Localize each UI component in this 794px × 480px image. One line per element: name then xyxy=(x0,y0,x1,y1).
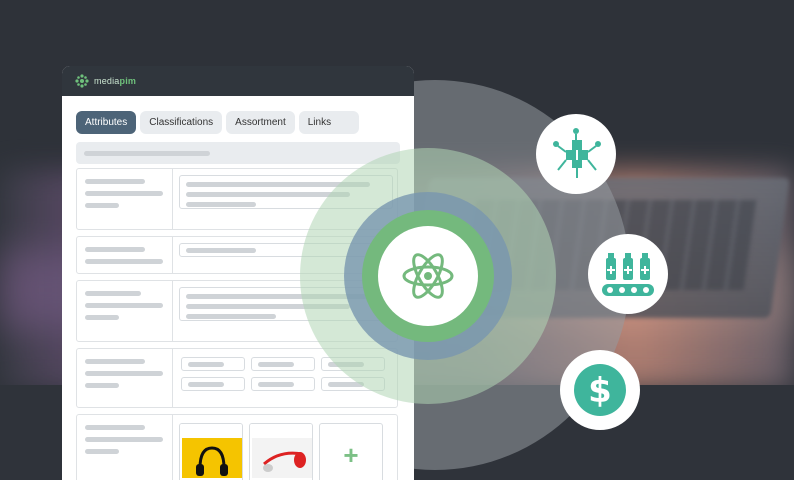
feature-network-badge xyxy=(536,114,616,194)
center-badge xyxy=(378,226,478,326)
media-row: + xyxy=(76,414,398,480)
placeholder-text xyxy=(84,150,210,156)
option-field[interactable] xyxy=(251,357,315,371)
production-line-icon xyxy=(602,253,654,296)
option-field[interactable] xyxy=(181,377,245,391)
dollar-icon: $ xyxy=(574,364,626,416)
logo-prefix: media xyxy=(94,76,120,86)
yellow-headphones-image xyxy=(180,424,242,480)
option-field[interactable] xyxy=(181,357,245,371)
feature-production-badge xyxy=(588,234,668,314)
svg-text:$: $ xyxy=(588,371,612,411)
add-media-button[interactable]: + xyxy=(319,423,383,480)
attribute-label xyxy=(77,169,173,229)
tab-links[interactable]: Links xyxy=(298,111,360,134)
feature-pricing-badge: $ xyxy=(560,350,640,430)
plus-icon: + xyxy=(343,439,359,470)
tab-classifications[interactable]: Classifications xyxy=(140,111,223,134)
network-cubes-icon xyxy=(553,128,601,178)
media-thumbnail-yellow-headphones[interactable] xyxy=(179,423,243,480)
attribute-label xyxy=(77,237,173,273)
mediapim-logo-icon xyxy=(75,74,89,88)
option-field[interactable] xyxy=(251,377,315,391)
logo-suffix: pim xyxy=(119,76,137,86)
section-header xyxy=(76,142,400,164)
tab-assortment[interactable]: Assortment xyxy=(226,111,295,134)
attribute-label xyxy=(77,415,173,480)
tab-bar: Attributes Classifications Assortment Li… xyxy=(62,96,414,134)
attribute-label xyxy=(77,281,173,341)
attribute-label xyxy=(77,349,173,407)
window-header: mediapim xyxy=(62,66,414,96)
brand-logo: mediapim xyxy=(94,76,136,86)
tab-attributes[interactable]: Attributes xyxy=(76,111,137,134)
media-thumbnail-red-headphones[interactable] xyxy=(249,423,313,480)
red-headphones-image xyxy=(250,424,312,480)
atom-icon xyxy=(402,253,454,299)
